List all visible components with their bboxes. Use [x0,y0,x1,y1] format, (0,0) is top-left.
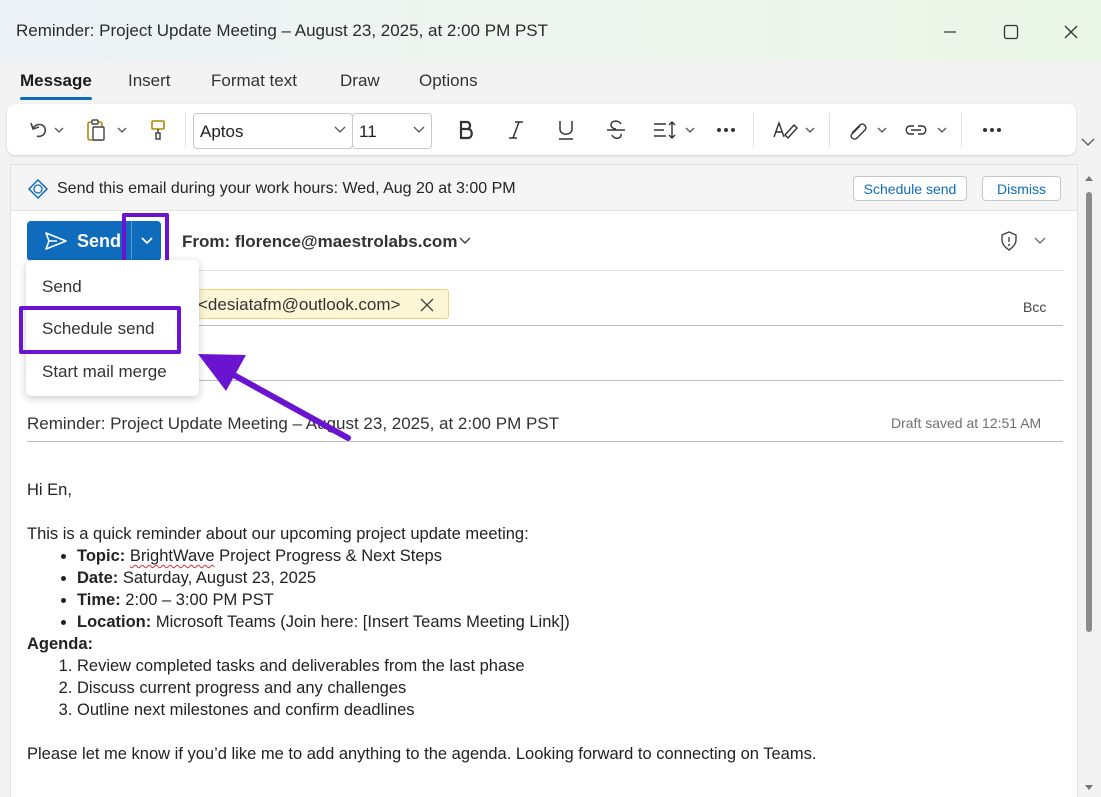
email-body[interactable]: Hi En, This is a quick reminder about ou… [27,479,1067,765]
ribbon-toolbar: Aptos 11 [7,104,1076,155]
list-item: Review completed tasks and deliverables … [77,655,1067,677]
list-item: Discuss current progress and any challen… [77,677,1067,699]
more-formatting-button[interactable] [713,116,739,144]
tab-insert[interactable]: Insert [128,71,171,91]
chevron-down-icon[interactable] [1080,136,1096,148]
more-icon [717,128,735,132]
title-bar: Reminder: Project Update Meeting – Augus… [0,0,1101,62]
italic-icon [509,121,523,139]
highlight-box-schedule-send [19,306,181,354]
line-spacing-icon [654,121,695,139]
editor-button[interactable] [771,116,819,144]
font-size-value: 11 [359,122,377,141]
paste-button[interactable] [83,116,131,144]
list-item: Time: 2:00 – 3:00 PM PST [77,589,1067,611]
tab-draw[interactable]: Draw [340,71,380,91]
schedule-diamond-icon [27,178,49,200]
chevron-down-icon [334,126,346,133]
banner-schedule-send-button[interactable]: Schedule send [853,176,967,201]
tab-options[interactable]: Options [419,71,478,91]
strikethrough-button[interactable] [603,116,629,144]
list-item: Date: Saturday, August 23, 2025 [77,567,1067,589]
list-item: Outline next milestones and confirm dead… [77,699,1067,721]
chevron-down-icon [413,126,425,133]
send-button[interactable]: Send [27,221,131,261]
banner-text: Send this email during your work hours: … [57,180,516,197]
minimize-button[interactable] [935,18,965,46]
strikethrough-icon [607,120,625,139]
from-field[interactable]: From: florence@maestrolabs.com [182,232,457,252]
subject-field[interactable]: Reminder: Project Update Meeting – Augus… [27,414,559,434]
more-options-button[interactable] [979,116,1005,144]
undo-icon [30,122,64,138]
underline-button[interactable] [553,116,579,144]
meeting-details-list: Topic: BrightWave Project Progress & Nex… [77,545,1067,633]
recipient-email: <desiatafm@outlook.com> [198,295,401,314]
agenda-heading: Agenda: [27,635,93,653]
font-size-select[interactable]: 11 [352,113,432,149]
link-button[interactable] [903,116,951,144]
undo-button[interactable] [25,116,69,144]
editor-pen-icon [773,120,815,140]
close-icon [1064,25,1078,39]
italic-button[interactable] [503,116,529,144]
tab-message[interactable]: Message [20,71,92,100]
agenda-list: Review completed tasks and deliverables … [77,655,1067,721]
window-title: Reminder: Project Update Meeting – Augus… [16,21,549,40]
send-icon [45,232,67,250]
bold-button[interactable] [453,116,479,144]
maximize-icon [1003,24,1019,40]
highlight-box-send-caret [122,213,169,266]
format-painter-icon [151,120,165,140]
closing-paragraph: Please let me know if you’d like me to a… [27,745,817,763]
shield-icon[interactable] [1000,231,1018,251]
maximize-button[interactable] [996,18,1026,46]
send-label: Send [77,230,122,251]
font-name-value: Aptos [200,122,244,141]
remove-recipient-icon[interactable] [420,298,434,312]
chevron-down-icon[interactable] [1033,236,1047,246]
list-item: Location: Microsoft Teams (Join here: [I… [77,611,1067,633]
format-painter-button[interactable] [145,116,171,144]
scroll-down-icon [1085,785,1093,790]
banner-dismiss-button[interactable]: Dismiss [982,176,1061,201]
chevron-down-icon[interactable] [458,236,472,246]
scrollbar-thumb[interactable] [1086,192,1092,632]
subject-field-underline [27,441,1063,442]
paperclip-icon [850,123,887,140]
list-item: Topic: BrightWave Project Progress & Nex… [77,545,1067,567]
ribbon-tabs: Message Insert Format text Draw Options [0,62,1101,104]
compose-pane: Send this email during your work hours: … [10,164,1078,797]
line-spacing-button[interactable] [651,116,701,144]
font-name-select[interactable]: Aptos [193,113,353,149]
close-button[interactable] [1056,18,1086,46]
work-hours-banner: Send this email during your work hours: … [11,165,1077,211]
scroll-up-icon [1085,176,1093,181]
tab-format-text[interactable]: Format text [211,71,297,91]
more-icon [983,128,1001,132]
vertical-scrollbar[interactable] [1078,164,1101,797]
minimize-icon [944,31,956,33]
underline-icon [559,121,573,140]
greeting: Hi En, [27,481,72,499]
bold-icon [459,120,473,140]
intro-paragraph: This is a quick reminder about our upcom… [27,525,529,543]
menu-item-start-mail-merge[interactable]: Start mail merge [42,362,167,382]
clipboard-icon [87,119,127,141]
spellcheck-word[interactable]: BrightWave [130,547,215,565]
attach-file-button[interactable] [845,116,891,144]
bcc-button[interactable]: Bcc [1023,299,1046,315]
draft-status: Draft saved at 12:51 AM [891,415,1042,431]
menu-item-send[interactable]: Send [42,277,82,297]
link-icon [905,125,947,135]
